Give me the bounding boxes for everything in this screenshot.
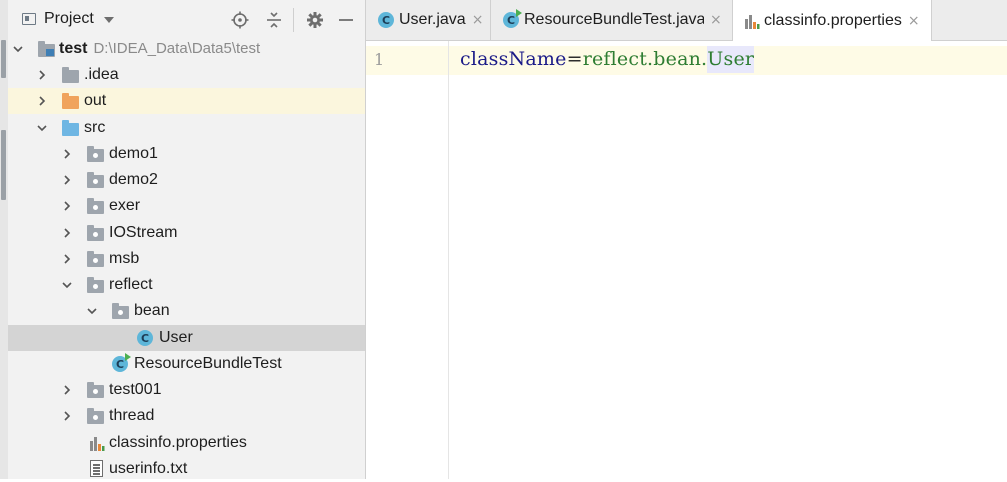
highlighted-word: User <box>707 46 755 73</box>
project-panel-icon <box>22 13 36 25</box>
collapsed-arrow-icon[interactable] <box>37 96 47 106</box>
tree-item-label: demo1 <box>109 145 158 162</box>
structure-tool-tab[interactable] <box>1 130 6 200</box>
project-panel: Project test D:\IDEA_Data\Data5\test .ide… <box>8 0 365 479</box>
properties-file-icon <box>89 434 105 452</box>
tab-label: User.java <box>399 11 466 28</box>
tree-item-src[interactable]: src <box>8 115 365 141</box>
tree-item-exer[interactable]: exer <box>8 193 365 219</box>
collapsed-arrow-icon[interactable] <box>62 228 72 238</box>
module-folder-icon <box>38 41 55 57</box>
package-icon <box>87 198 104 214</box>
property-value: reflect.bean. <box>582 48 708 70</box>
tab-resourcebundletest-java[interactable]: C ResourceBundleTest.java × <box>491 0 733 40</box>
properties-file-icon <box>744 12 760 30</box>
tree-item-label: bean <box>134 302 170 319</box>
collapsed-arrow-icon[interactable] <box>62 175 72 185</box>
tree-item-label: .idea <box>84 66 119 83</box>
tree-item-iostream[interactable]: IOStream <box>8 220 365 246</box>
class-icon: C <box>378 12 394 28</box>
excluded-folder-icon <box>62 93 79 109</box>
tree-item-label: exer <box>109 197 141 214</box>
project-panel-title: Project <box>44 10 94 27</box>
tree-item-user[interactable]: C User <box>8 325 365 351</box>
package-icon <box>87 382 104 398</box>
close-icon[interactable]: × <box>908 13 920 29</box>
package-icon <box>112 303 129 319</box>
tree-root-test[interactable]: test D:\IDEA_Data\Data5\test <box>8 36 365 62</box>
project-tool-tab[interactable] <box>1 40 6 78</box>
expanded-arrow-icon[interactable] <box>13 44 23 54</box>
tree-item-demo2[interactable]: demo2 <box>8 167 365 193</box>
code-line[interactable]: className=reflect.bean.User <box>460 46 755 73</box>
runnable-class-icon: C <box>112 353 131 372</box>
tree-item-label: reflect <box>109 276 153 293</box>
collapsed-arrow-icon[interactable] <box>62 411 72 421</box>
tree-item-label: ResourceBundleTest <box>134 355 282 372</box>
tree-item-label: User <box>159 329 193 346</box>
tab-classinfo-properties[interactable]: classinfo.properties × <box>733 0 932 41</box>
tree-item-reflect[interactable]: reflect <box>8 272 365 298</box>
tree-item-label: demo2 <box>109 171 158 188</box>
collapsed-arrow-icon[interactable] <box>62 254 72 264</box>
tree-item-label: out <box>84 92 107 109</box>
class-icon: C <box>137 330 153 346</box>
tree-item-classinfo-properties[interactable]: classinfo.properties <box>8 430 365 456</box>
property-key: className <box>460 48 567 70</box>
tree-item-bean[interactable]: bean <box>8 298 365 324</box>
tree-item-label: msb <box>109 250 140 267</box>
editor-area: C User.java × C ResourceBundleTest.java … <box>365 0 1007 479</box>
tree-item-label: thread <box>109 407 155 424</box>
close-icon[interactable]: × <box>710 12 722 28</box>
locate-icon[interactable] <box>229 9 251 31</box>
collapse-all-icon[interactable] <box>263 9 285 31</box>
expanded-arrow-icon[interactable] <box>87 306 97 316</box>
tree-item-userinfo-txt[interactable]: userinfo.txt <box>8 456 365 482</box>
tab-user-java[interactable]: C User.java × <box>366 0 491 40</box>
package-icon <box>87 277 104 293</box>
property-separator: = <box>566 48 583 70</box>
tree-root-label: test D:\IDEA_Data\Data5\test <box>59 40 261 57</box>
tree-item-demo1[interactable]: demo1 <box>8 141 365 167</box>
line-number: 1 <box>374 50 385 69</box>
package-icon <box>87 146 104 162</box>
line-number-gutter <box>366 41 449 479</box>
header-divider <box>293 8 294 32</box>
expanded-arrow-icon[interactable] <box>37 123 47 133</box>
project-view-selector[interactable]: Project <box>22 10 114 28</box>
tree-item-idea[interactable]: .idea <box>8 62 365 88</box>
package-icon <box>87 251 104 267</box>
runnable-class-icon: C <box>503 9 522 28</box>
package-icon <box>87 225 104 241</box>
close-icon[interactable]: × <box>472 12 484 28</box>
editor-tab-bar: C User.java × C ResourceBundleTest.java … <box>366 0 1007 41</box>
chevron-down-icon <box>103 17 114 23</box>
gear-icon[interactable] <box>304 9 326 31</box>
hide-panel-icon[interactable] <box>335 9 357 31</box>
project-panel-header: Project <box>8 0 365 40</box>
folder-icon <box>62 67 79 83</box>
tree-item-label: userinfo.txt <box>109 460 188 477</box>
collapsed-arrow-icon[interactable] <box>62 201 72 211</box>
tab-label: classinfo.properties <box>764 11 902 29</box>
expanded-arrow-icon[interactable] <box>62 280 72 290</box>
tree-item-label: classinfo.properties <box>109 434 247 451</box>
collapsed-arrow-icon[interactable] <box>62 149 72 159</box>
tree-item-test001[interactable]: test001 <box>8 377 365 403</box>
tab-label: ResourceBundleTest.java <box>524 11 704 28</box>
tree-item-label: test001 <box>109 381 162 398</box>
collapsed-arrow-icon[interactable] <box>37 70 47 80</box>
tree-item-thread[interactable]: thread <box>8 403 365 429</box>
package-icon <box>87 408 104 424</box>
tree-item-resourcebundletest[interactable]: C ResourceBundleTest <box>8 351 365 377</box>
package-icon <box>87 172 104 188</box>
tree-item-out[interactable]: out <box>8 88 365 114</box>
tree-item-msb[interactable]: msb <box>8 246 365 272</box>
tree-item-label: IOStream <box>109 224 178 241</box>
tree-root-path: D:\IDEA_Data\Data5\test <box>93 40 261 57</box>
source-folder-icon <box>62 120 79 136</box>
tree-item-label: src <box>84 119 106 136</box>
collapsed-arrow-icon[interactable] <box>62 385 72 395</box>
text-file-icon <box>90 460 103 477</box>
